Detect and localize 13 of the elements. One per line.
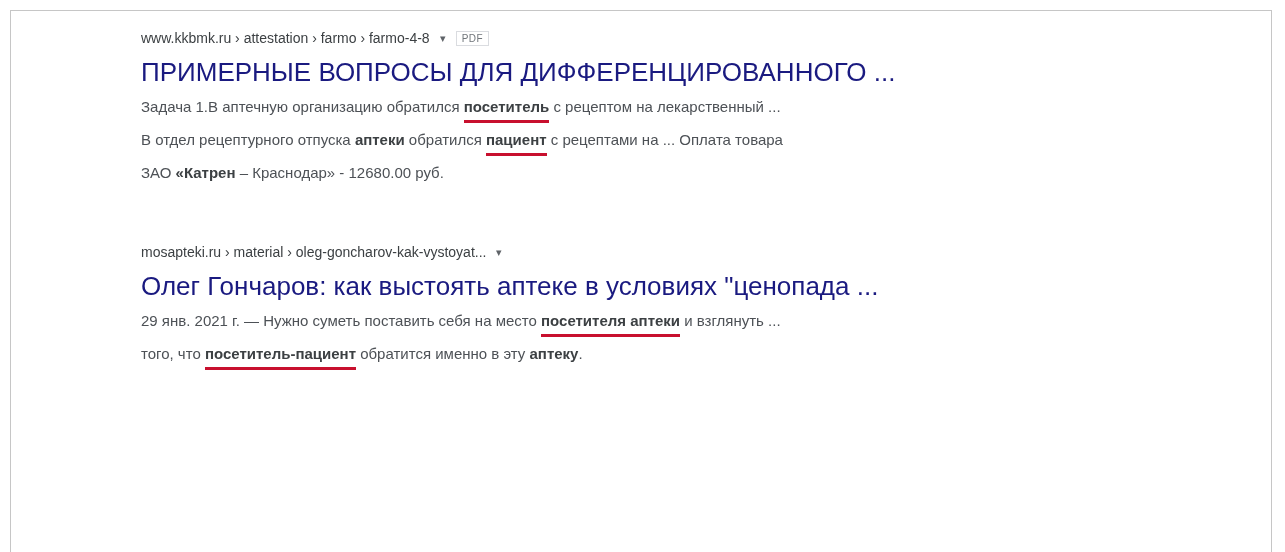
caret-button[interactable]: ▾ [494,245,505,259]
snippet-text: того, что посетитель-пациент обратится именно в эту аптеку. [141,344,1271,364]
result-title-link[interactable]: ПРИМЕРНЫЕ ВОПРОСЫ ДЛЯ ДИФФЕРЕНЦИРОВАННОГО ... [141,57,896,88]
breadcrumb-url: mosapteki.ru › material › oleg-goncharov-kak-vystoyat... [141,244,487,260]
file-type-badge: PDF [455,30,490,46]
underline-mark [485,153,547,156]
snippet-text: ЗАО «Катрен – Краснодар» - 12680.00 руб. [141,163,445,183]
caret-button[interactable]: ▾ [437,31,448,45]
snippet-text: Задача 1.В аптечную организацию обратился посетитель с рецептом на лекарственный ... [141,97,1271,117]
result-title-link[interactable]: Олег Гончаров: как выстоять аптеке в условиях "ценопада ... [141,271,879,302]
breadcrumb-url: www.kkbmk.ru › attestation › farmo › farmo-4-8 [141,30,430,46]
snippet-text: В отдел рецептурного отпуска аптеки обратился пациент с рецептами на ... Оплата товара [141,130,1271,150]
snippet-text: 29 янв. 2021 г. — Нужно суметь поставить себя на место посетителя аптеки и взглянуть ... [141,311,1271,331]
